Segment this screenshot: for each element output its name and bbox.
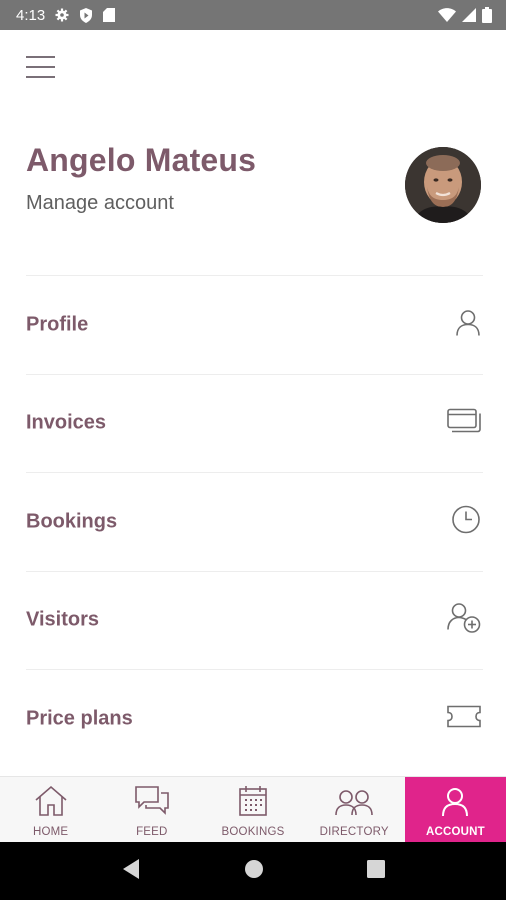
nav-label: DIRECTORY: [319, 826, 389, 838]
recents-icon[interactable]: [366, 859, 385, 883]
nav-label: ACCOUNT: [425, 826, 485, 838]
chat-icon: [134, 785, 170, 822]
home-icon: [34, 785, 68, 822]
user-name: Angelo Mateus: [26, 142, 257, 178]
nav-label: BOOKINGS: [221, 826, 285, 838]
avatar[interactable]: [405, 147, 481, 223]
status-bar: 4:13: [0, 0, 506, 30]
people-icon: [335, 789, 374, 822]
nav-bookings[interactable]: BOOKINGS: [202, 777, 303, 842]
menu-item-label: Invoices: [26, 411, 107, 434]
nav-feed[interactable]: FEED: [101, 777, 202, 842]
manage-account-link[interactable]: Manage account: [26, 192, 174, 215]
ticket-icon: [447, 705, 481, 732]
menu-item-label: Profile: [26, 313, 89, 336]
nav-account[interactable]: ACCOUNT: [404, 777, 506, 842]
hamburger-menu-icon[interactable]: [26, 56, 56, 80]
nav-directory[interactable]: DIRECTORY: [304, 777, 405, 842]
menu-item-label: Visitors: [26, 608, 99, 631]
account-screen: Angelo Mateus Manage account Profile Inv…: [0, 30, 506, 776]
clock-icon: [451, 504, 481, 539]
menu-item-bookings[interactable]: Bookings: [26, 472, 483, 571]
system-navigation-bar: [0, 842, 506, 900]
menu-item-profile[interactable]: Profile: [26, 275, 483, 374]
nav-label: FEED: [136, 826, 168, 838]
signal-icon: [462, 8, 476, 22]
account-menu-list: Profile Invoices Bookings Visitors Price…: [26, 275, 483, 768]
add-person-icon: [447, 602, 481, 639]
play-protect-icon: [79, 7, 93, 23]
menu-item-price-plans[interactable]: Price plans: [26, 669, 483, 768]
person-icon: [455, 308, 481, 341]
cards-icon: [447, 408, 481, 438]
nav-home[interactable]: HOME: [0, 777, 101, 842]
sd-card-icon: [103, 8, 116, 22]
menu-item-invoices[interactable]: Invoices: [26, 373, 483, 473]
status-time: 4:13: [16, 6, 46, 24]
battery-icon: [482, 7, 492, 23]
wifi-icon: [438, 8, 456, 22]
settings-icon: [55, 8, 69, 22]
person-icon: [441, 787, 469, 822]
back-icon[interactable]: [121, 858, 141, 885]
calendar-icon: [238, 785, 268, 822]
nav-label: HOME: [32, 826, 69, 838]
menu-item-visitors[interactable]: Visitors: [26, 570, 483, 670]
menu-item-label: Bookings: [26, 510, 118, 533]
bottom-navigation: HOME FEED BOOKINGS DIRECTORY ACCOUNT: [0, 776, 506, 842]
menu-item-label: Price plans: [26, 707, 133, 730]
home-circle-icon[interactable]: [244, 859, 264, 884]
